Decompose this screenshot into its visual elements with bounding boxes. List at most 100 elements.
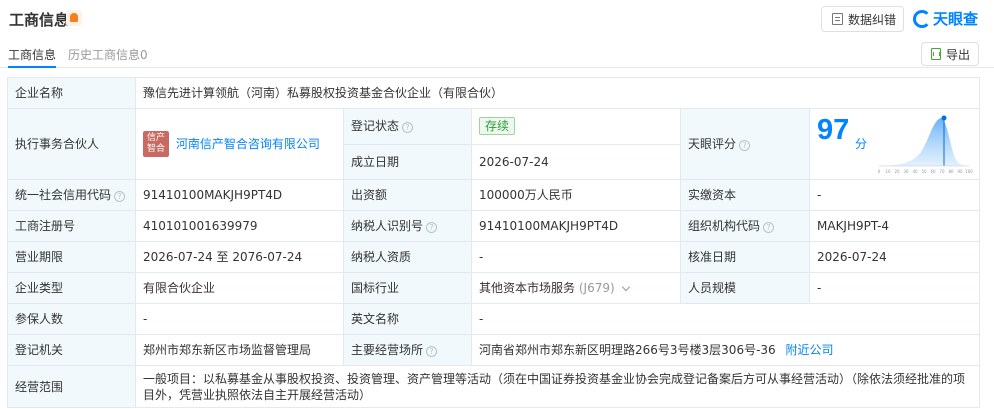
business-info-table: 企业名称 豫信先进计算领航（河南）私募股权投资基金合伙企业（有限合伙） 执行事务… (7, 77, 981, 408)
table-row: 工商注册号 410101001639979 纳税人识别号? 91410100MA… (7, 210, 981, 242)
value-taxpayer-qual: - (471, 241, 681, 273)
data-correction-button[interactable]: 数据纠错 (821, 6, 904, 32)
value-paid-capital: - (808, 179, 981, 211)
table-row: 企业名称 豫信先进计算领航（河南）私募股权投资基金合伙企业（有限合伙） (7, 77, 981, 109)
label-scope: 经营范围 (7, 365, 136, 408)
value-reg-number: 410101001639979 (135, 210, 344, 242)
brand-name: 天眼查 (933, 10, 979, 28)
bell-icon[interactable] (66, 10, 82, 26)
value-company-name: 豫信先进计算领航（河南）私募股权投资基金合伙企业（有限合伙） (134, 77, 981, 109)
brand-logo[interactable]: 天眼查 (913, 8, 978, 29)
edit-doc-icon (832, 13, 843, 25)
tab-business-info[interactable]: 工商信息 (8, 46, 57, 68)
label-reg-number: 工商注册号 (7, 210, 136, 242)
export-label: 导出 (946, 47, 971, 62)
value-capital: 100000万人民币 (471, 179, 681, 211)
label-staff-size: 人员规模 (680, 272, 810, 304)
value-tyc-score[interactable]: 97 分 0 10 20 30 40 50 60 70 80 90 100 (808, 108, 981, 180)
value-english-name: - (470, 303, 981, 335)
partner-link[interactable]: 河南信产智合咨询有限公司 (176, 137, 320, 151)
export-button[interactable]: 导出 (921, 42, 979, 66)
score-axis-tick: 50 (921, 169, 927, 174)
value-taxpayer-id: 91410100MAKJH9PT4D (471, 210, 681, 242)
label-taxpayer-qual: 纳税人资质 (343, 241, 472, 273)
chevron-down-icon[interactable] (622, 282, 631, 292)
label-reg-status: 登记状态? (343, 108, 472, 145)
help-icon[interactable]: ? (739, 140, 751, 151)
value-scope: 一般项目：以私募基金从事股权投资、投资管理、资产管理等活动（须在中国证券投资基金… (134, 365, 981, 408)
value-company-type: 有限合伙企业 (135, 272, 344, 304)
help-icon[interactable]: ? (402, 122, 414, 134)
value-approval-date: 2026-07-24 (808, 241, 981, 273)
label-capital: 出资额 (343, 179, 472, 211)
value-reg-authority: 郑州市郑东新区市场监督管理局 (135, 334, 344, 366)
label-address: 主要经营场所? (343, 334, 472, 366)
address-text: 河南省郑州市郑东新区明理路266号3号楼3层306号-36 (479, 343, 776, 357)
help-icon[interactable]: ? (763, 222, 775, 233)
score-axis-tick: 80 (948, 169, 954, 174)
label-tyc-score: 天眼评分? (680, 108, 810, 180)
label-taxpayer-id: 纳税人识别号? (343, 210, 472, 242)
value-reg-status: 存续 (471, 108, 681, 145)
score-number: 97 (817, 114, 850, 146)
score-axis-tick: 40 (912, 169, 918, 174)
nearby-companies-link[interactable]: 附近公司 (786, 343, 834, 357)
help-icon[interactable]: ? (114, 191, 126, 202)
label-industry: 国标行业 (343, 272, 472, 304)
excel-icon (931, 48, 941, 60)
score-axis-tick: 30 (903, 169, 909, 174)
table-row: 经营范围 一般项目：以私募基金从事股权投资、投资管理、资产管理等活动（须在中国证… (7, 365, 981, 408)
tab-history-business-info[interactable]: 历史工商信息0 (68, 46, 148, 63)
score-axis-tick: 90 (957, 169, 963, 174)
status-badge: 存续 (479, 117, 516, 136)
score-axis-tick: 100 (965, 169, 973, 174)
help-icon[interactable]: ? (426, 346, 438, 357)
industry-name: 其他资本市场服务 (479, 281, 576, 295)
value-partner: 信产 智合 河南信产智合咨询有限公司 (135, 108, 344, 180)
tianyancha-logo-icon (913, 9, 931, 28)
label-english-name: 英文名称 (343, 303, 472, 335)
help-icon[interactable]: ? (426, 222, 438, 233)
table-row: 登记机关 郑州市郑东新区市场监督管理局 主要经营场所? 河南省郑州市郑东新区明理… (7, 334, 981, 366)
score-widget[interactable]: 97 分 0 10 20 30 40 50 60 70 80 90 100 (810, 109, 979, 179)
value-credit-code: 91410100MAKJH9PT4D (135, 179, 344, 211)
label-found-date: 成立日期 (343, 143, 472, 180)
score-axis-tick: 0 (878, 169, 881, 174)
value-address: 河南省郑州市郑东新区明理路266号3号楼3层306号-36 附近公司 (470, 334, 981, 366)
table-row: 参保人数 - 英文名称 - (7, 303, 981, 335)
label-insured: 参保人数 (7, 303, 136, 335)
score-axis-tick: 60 (930, 169, 936, 174)
value-term: 2026-07-24 至 2076-07-24 (135, 241, 344, 273)
score-marker-dot (941, 115, 947, 121)
label-reg-authority: 登记机关 (7, 334, 136, 366)
table-row: 执行事务合伙人 信产 智合 河南信产智合咨询有限公司 登记状态? 存续 天眼评分?… (7, 108, 981, 180)
score-unit: 分 (855, 137, 868, 151)
table-row: 企业类型 有限合伙企业 国标行业 其他资本市场服务 (J679) 人员规模 - (7, 272, 981, 304)
partner-logo: 信产 智合 (143, 131, 169, 157)
header: 工商信息 数据纠错 天眼查 (0, 0, 994, 40)
data-correction-label: 数据纠错 (848, 12, 897, 27)
table-row: 统一社会信用代码? 91410100MAKJH9PT4D 出资额 100000万… (7, 179, 981, 211)
value-industry[interactable]: 其他资本市场服务 (J679) (471, 272, 681, 304)
value-org-code: MAKJH9PT-4 (808, 210, 981, 242)
page-title: 工商信息 (9, 11, 70, 29)
label-partner: 执行事务合伙人 (7, 108, 136, 180)
label-approval-date: 核准日期 (680, 241, 810, 273)
label-credit-code: 统一社会信用代码? (7, 179, 136, 211)
score-distribution-chart: 0 10 20 30 40 50 60 70 80 90 100 (878, 115, 973, 174)
table-row: 营业期限 2026-07-24 至 2076-07-24 纳税人资质 - 核准日… (7, 241, 981, 273)
label-company-name: 企业名称 (7, 77, 136, 109)
value-found-date: 2026-07-24 (471, 143, 681, 180)
value-staff-size: - (808, 272, 981, 304)
label-company-type: 企业类型 (7, 272, 136, 304)
label-term: 营业期限 (7, 241, 136, 273)
value-insured: - (135, 303, 344, 335)
distribution-curve (879, 118, 969, 166)
industry-code: (J679) (578, 281, 615, 295)
score-axis-tick: 10 (885, 169, 891, 174)
score-axis-tick: 70 (939, 169, 945, 174)
label-org-code: 组织机构代码? (680, 210, 810, 242)
tab-bar: 工商信息 历史工商信息0 (0, 42, 994, 68)
label-paid-capital: 实缴资本 (680, 179, 810, 211)
score-axis-tick: 20 (894, 169, 900, 174)
